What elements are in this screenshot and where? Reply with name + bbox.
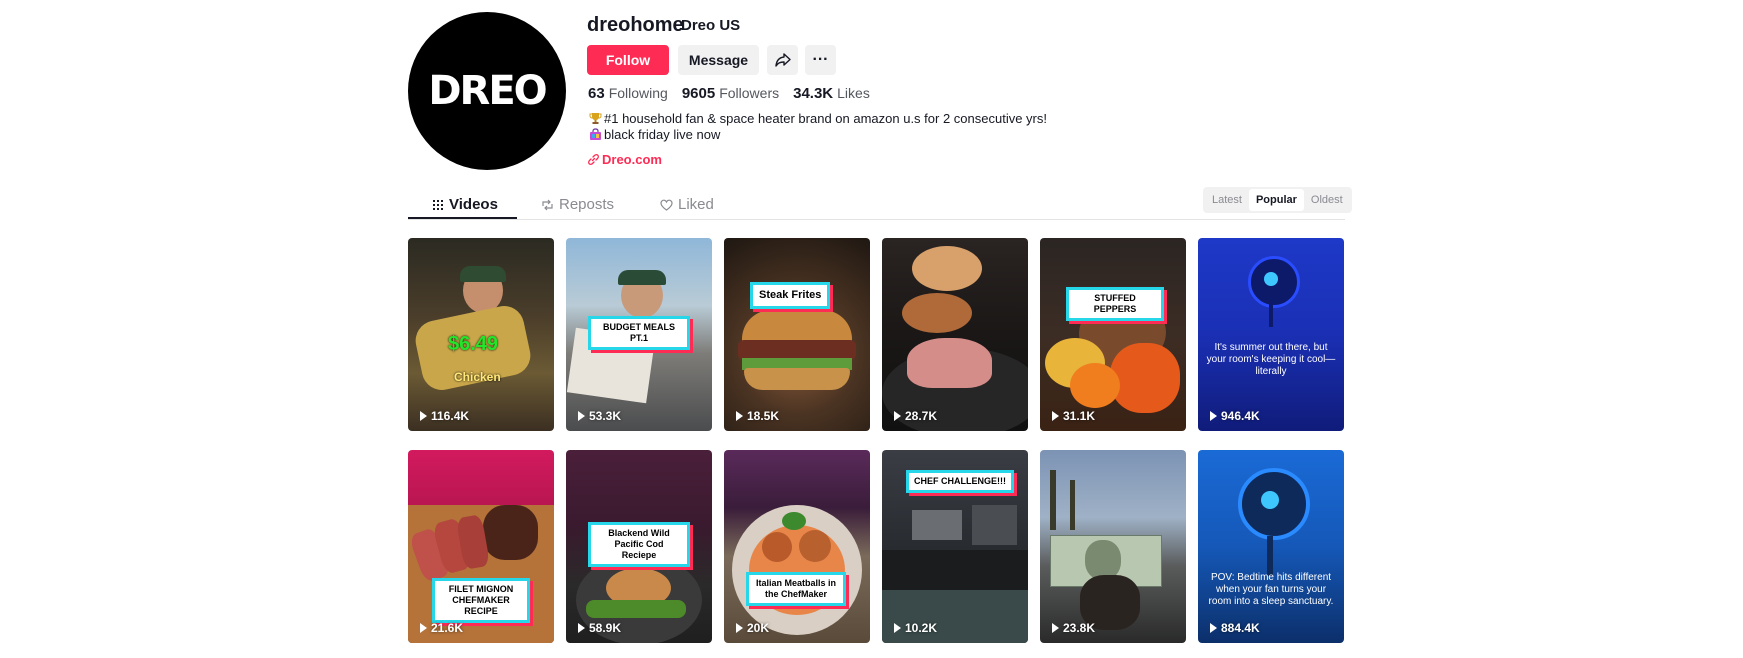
tab-reposts[interactable]: Reposts [541,190,614,219]
profile-stats: 63 Following 9605 Followers 34.3K Likes [588,85,870,102]
view-count: 884.4K [1210,621,1260,635]
view-count: 20K [736,621,769,635]
view-count: 116.4K [420,409,469,423]
video-card[interactable]: It's summer out there, but your room's k… [1198,238,1344,431]
play-icon [736,411,743,421]
followers-stat[interactable]: 9605 Followers [682,85,779,102]
trophy-icon [588,112,602,126]
video-card[interactable]: Blackend Wild Pacific Cod Reciepe 58.9K [566,450,712,643]
video-card[interactable]: FILET MIGNON CHEFMAKER RECIPE 21.6K [408,450,554,643]
grid-icon [433,199,443,210]
play-icon [420,623,427,633]
sort-oldest[interactable]: Oldest [1304,189,1350,211]
share-icon [774,53,791,67]
tab-liked[interactable]: Liked [660,190,714,219]
website-link-label: Dreo.com [602,152,662,167]
view-count: 53.3K [578,409,621,423]
video-caption: CHEF CHALLENGE!!! [906,470,1014,493]
video-overlay-text: It's summer out there, but your room's k… [1206,342,1336,377]
video-caption: Italian Meatballs in the ChefMaker [746,572,846,606]
sort-popular[interactable]: Popular [1248,189,1304,211]
play-icon [736,623,743,633]
bio: #1 household fan & space heater brand on… [588,111,1047,143]
active-tab-indicator [408,217,517,219]
video-grid: $6.49 Chicken 116.4K BUDGET MEALS PT.1 5… [408,238,1344,643]
play-icon [894,411,901,421]
following-stat[interactable]: 63 Following [588,85,668,102]
video-caption: STUFFED PEPPERS [1066,287,1164,321]
view-count: 23.8K [1052,621,1095,635]
likes-count: 34.3K [793,85,834,102]
username: dreohome [587,14,684,36]
avatar-logo: DREO [428,68,547,114]
video-card[interactable]: 28.7K [882,238,1028,431]
video-card[interactable]: 23.8K [1040,450,1186,643]
play-icon [420,411,427,421]
view-count: 28.7K [894,409,937,423]
video-caption: Steak Frites [750,282,831,309]
video-card[interactable]: STUFFED PEPPERS 31.1K [1040,238,1186,431]
sort-latest[interactable]: Latest [1205,189,1249,211]
play-icon [1210,623,1217,633]
followers-label: Followers [719,85,780,101]
video-card[interactable]: CHEF CHALLENGE!!! 10.2K [882,450,1028,643]
message-button[interactable]: Message [678,45,759,75]
tab-liked-label: Liked [678,196,714,213]
play-icon [894,623,901,633]
price-overlay: $6.49 [448,333,499,355]
video-card[interactable]: Steak Frites 18.5K [724,238,870,431]
subtitle-overlay: Chicken [454,370,501,384]
view-count: 31.1K [1052,409,1095,423]
tab-videos-label: Videos [449,196,498,213]
view-count: 18.5K [736,409,779,423]
likes-label: Likes [837,85,870,101]
video-card[interactable]: POV: Bedtime hits different when your fa… [1198,450,1344,643]
follow-button[interactable]: Follow [587,45,669,75]
video-card[interactable]: Italian Meatballs in the ChefMaker 20K [724,450,870,643]
tab-videos[interactable]: Videos [432,190,498,219]
following-count: 63 [588,85,605,102]
repost-icon [542,199,553,210]
sort-toggle: Latest Popular Oldest [1203,187,1352,213]
play-icon [578,623,585,633]
view-count: 10.2K [894,621,937,635]
shopping-icon [588,128,602,142]
nickname: Dreo US [681,17,741,34]
play-icon [1052,411,1059,421]
bio-line-1: #1 household fan & space heater brand on… [604,111,1047,126]
link-icon [588,154,599,165]
view-count: 21.6K [420,621,463,635]
website-link[interactable]: Dreo.com [588,152,662,167]
play-icon [578,411,585,421]
view-count: 946.4K [1210,409,1260,423]
video-card[interactable]: $6.49 Chicken 116.4K [408,238,554,431]
heart-lock-icon [660,199,673,211]
following-label: Following [608,85,668,101]
video-card[interactable]: BUDGET MEALS PT.1 53.3K [566,238,712,431]
view-count: 58.9K [578,621,621,635]
more-icon: ··· [812,51,829,68]
avatar[interactable]: DREO [408,12,566,170]
likes-stat: 34.3K Likes [793,85,870,102]
followers-count: 9605 [681,85,716,102]
play-icon [1052,623,1059,633]
more-options-button[interactable]: ··· [805,45,836,75]
share-button[interactable] [767,45,798,75]
bio-line-2: black friday live now [604,127,721,142]
tab-reposts-label: Reposts [559,196,615,213]
video-overlay-text: POV: Bedtime hits different when your fa… [1208,572,1334,607]
video-caption: BUDGET MEALS PT.1 [588,316,690,350]
play-icon [1210,411,1217,421]
video-caption: FILET MIGNON CHEFMAKER RECIPE [432,578,530,623]
video-caption: Blackend Wild Pacific Cod Reciepe [588,522,690,567]
